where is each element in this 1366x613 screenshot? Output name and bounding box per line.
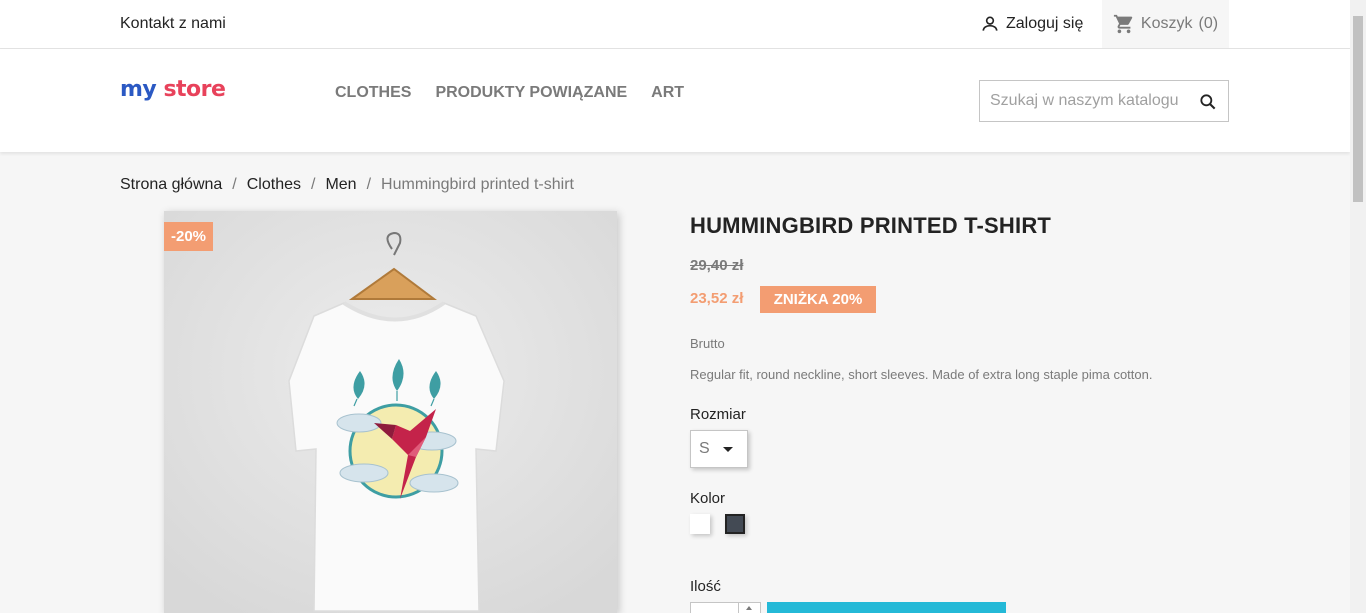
discount-flag: -20% (164, 222, 214, 251)
breadcrumb-current: Hummingbird printed t-shirt (381, 176, 574, 193)
search-box (979, 80, 1229, 122)
cart-count: (0) (1198, 15, 1219, 32)
stepper-up-icon[interactable] (746, 606, 752, 610)
logo-part-my: my (120, 77, 157, 102)
tshirt-image (164, 211, 617, 613)
breadcrumb-separator: / (366, 176, 372, 193)
scrollbar-thumb[interactable] (1353, 16, 1363, 202)
cart-button[interactable]: Koszyk (0) (1102, 0, 1229, 48)
product-description: Regular fit, round neckline, short sleev… (690, 367, 1153, 382)
top-bar: Kontakt z nami Zaloguj się Koszyk (0) (0, 0, 1350, 49)
discount-badge: ZNIŻKA 20% (760, 286, 876, 313)
product-image[interactable] (164, 211, 617, 613)
breadcrumb-clothes[interactable]: Clothes (247, 176, 301, 194)
color-swatch-white[interactable] (690, 514, 710, 534)
main-nav: CLOTHES PRODUKTY POWIĄZANE ART (335, 84, 684, 102)
scrollbar[interactable] (1350, 0, 1366, 613)
size-label: Rozmiar (690, 406, 746, 423)
stepper-divider (738, 603, 739, 613)
nav-related-products[interactable]: PRODUKTY POWIĄZANE (435, 84, 627, 102)
login-link[interactable]: Zaloguj się (980, 14, 1083, 34)
cart-icon (1113, 14, 1133, 34)
breadcrumb-men[interactable]: Men (325, 176, 356, 194)
login-label: Zaloguj się (1006, 15, 1084, 32)
regular-price: 29,40 zł (690, 257, 744, 274)
color-label: Kolor (690, 490, 726, 507)
breadcrumb: Strona główna / Clothes / Men / Hummingb… (120, 176, 574, 194)
quantity-label: Ilość (690, 578, 721, 595)
cart-label: Koszyk (1140, 15, 1193, 32)
quantity-stepper[interactable] (690, 602, 761, 613)
product-title: Hummingbird printed t-shirt (690, 213, 1052, 238)
search-icon[interactable] (1198, 92, 1218, 112)
breadcrumb-home[interactable]: Strona główna (120, 176, 222, 194)
breadcrumb-separator: / (232, 176, 237, 193)
contact-link[interactable]: Kontakt z nami (120, 15, 226, 33)
size-value: S (699, 440, 710, 457)
search-input[interactable] (990, 92, 1190, 110)
color-swatch-dark[interactable] (725, 514, 745, 534)
current-price: 23,52 zł (690, 290, 744, 307)
add-to-cart-button[interactable] (767, 602, 1006, 613)
nav-clothes[interactable]: CLOTHES (335, 84, 411, 102)
header: my store CLOTHES PRODUKTY POWIĄZANE ART (0, 49, 1350, 152)
caret-down-icon (723, 447, 733, 452)
store-logo[interactable]: my store (120, 77, 226, 102)
breadcrumb-separator: / (311, 176, 316, 193)
user-icon (982, 16, 998, 31)
logo-part-store: store (163, 77, 226, 102)
nav-art[interactable]: ART (651, 84, 684, 102)
size-select[interactable]: S (690, 430, 748, 468)
tax-label: Brutto (690, 336, 725, 351)
